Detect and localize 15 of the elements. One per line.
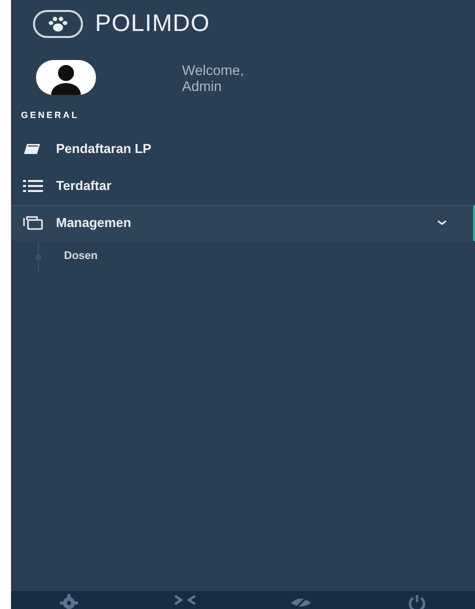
form-icon bbox=[23, 143, 43, 155]
menu-item[interactable]: Pendaftaran LP bbox=[11, 130, 475, 168]
section-title: GENERAL bbox=[21, 109, 80, 122]
windows-icon bbox=[23, 216, 43, 230]
user-name: Admin bbox=[182, 78, 223, 94]
brand-title: POLIMDO bbox=[95, 9, 210, 39]
paw-icon bbox=[33, 10, 83, 38]
avatar bbox=[36, 60, 96, 95]
submenu-item[interactable]: Dosen bbox=[64, 248, 98, 265]
list-icon bbox=[23, 180, 43, 192]
menu-item[interactable]: Managemen bbox=[11, 204, 475, 240]
menu-item[interactable]: Terdaftar bbox=[11, 168, 475, 204]
welcome-text: Welcome, bbox=[182, 62, 244, 78]
power-icon[interactable] bbox=[408, 594, 426, 609]
settings-icon[interactable] bbox=[60, 594, 78, 609]
